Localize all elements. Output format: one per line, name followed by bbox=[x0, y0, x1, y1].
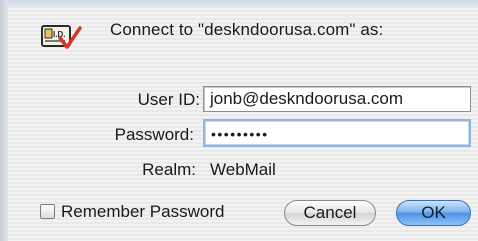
window-top-edge bbox=[0, 0, 478, 8]
user-id-label: User ID: bbox=[137, 90, 200, 109]
id-card-check-icon: I.D. bbox=[40, 22, 82, 54]
window-left-edge bbox=[0, 0, 8, 241]
cancel-button[interactable]: Cancel bbox=[284, 200, 376, 226]
realm-value: WebMail bbox=[210, 160, 276, 179]
remember-password-checkbox[interactable] bbox=[40, 204, 55, 219]
realm-label: Realm: bbox=[142, 160, 196, 179]
remember-password-label[interactable]: Remember Password bbox=[61, 202, 224, 222]
user-id-field[interactable]: jonb@deskndoorusa.com bbox=[203, 86, 471, 112]
dialog-title: Connect to "deskndoorusa.com" as: bbox=[110, 20, 384, 39]
ok-button[interactable]: OK bbox=[396, 200, 471, 226]
password-field[interactable]: ••••••••• bbox=[203, 119, 471, 147]
password-label: Password: bbox=[114, 125, 194, 144]
